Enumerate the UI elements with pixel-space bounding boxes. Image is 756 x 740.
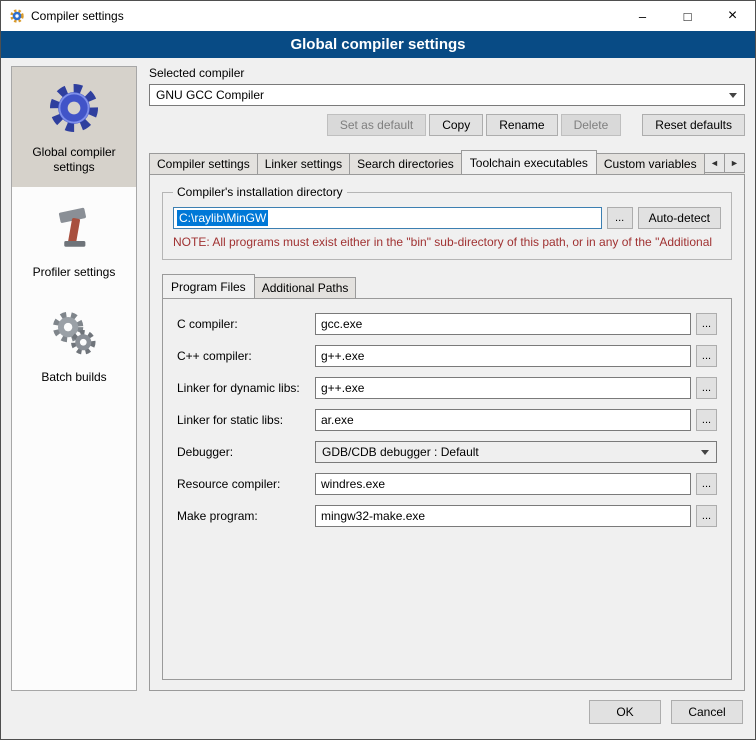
cpp-compiler-input[interactable] — [315, 345, 691, 367]
compiler-gear-icon — [16, 77, 132, 139]
cpp-compiler-label: C++ compiler: — [177, 349, 315, 363]
make-program-label: Make program: — [177, 509, 315, 523]
scroll-left-icon[interactable]: ◄ — [704, 153, 725, 173]
dynamic-linker-label: Linker for dynamic libs: — [177, 381, 315, 395]
browse-button[interactable]: ... — [696, 505, 717, 527]
debugger-label: Debugger: — [177, 445, 315, 459]
sidebar-item-batch-builds[interactable]: Batch builds — [12, 292, 136, 397]
c-compiler-label: C compiler: — [177, 317, 315, 331]
tab-custom-variables[interactable]: Custom variables — [596, 153, 705, 174]
resource-compiler-label: Resource compiler: — [177, 477, 315, 491]
close-button[interactable]: × — [710, 1, 755, 31]
program-files-tabstrip: Program Files Additional Paths — [162, 274, 732, 298]
installation-directory-row: C:\raylib\MinGW ... Auto-detect — [173, 207, 721, 229]
sidebar-item-label: Global compiler settings — [16, 145, 132, 175]
maximize-button[interactable]: □ — [665, 1, 710, 31]
reset-defaults-button[interactable]: Reset defaults — [642, 114, 745, 136]
rename-button[interactable]: Rename — [486, 114, 557, 136]
installation-directory-input[interactable]: C:\raylib\MinGW — [173, 207, 602, 229]
field-row-debugger: Debugger: GDB/CDB debugger : Default — [177, 441, 717, 463]
resource-compiler-input[interactable] — [315, 473, 691, 495]
browse-button[interactable]: ... — [696, 473, 717, 495]
scroll-right-icon[interactable]: ► — [724, 153, 745, 173]
subtab-additional-paths[interactable]: Additional Paths — [254, 277, 357, 298]
tab-linker-settings[interactable]: Linker settings — [257, 153, 350, 174]
toolchain-panel: Compiler's installation directory C:\ray… — [149, 174, 745, 691]
sidebar-item-global-compiler-settings[interactable]: Global compiler settings — [12, 67, 136, 187]
browse-button[interactable]: ... — [696, 377, 717, 399]
field-row-dynamic-linker: Linker for dynamic libs: ... — [177, 377, 717, 399]
compiler-button-row: Set as default Copy Rename Delete Reset … — [149, 114, 745, 136]
set-as-default-button[interactable]: Set as default — [327, 114, 426, 136]
installation-directory-group: Compiler's installation directory C:\ray… — [162, 185, 732, 260]
dialog-body: Global compiler settings Profiler settin… — [1, 58, 755, 695]
dialog-footer: OK Cancel — [1, 695, 755, 739]
delete-button[interactable]: Delete — [561, 114, 622, 136]
tab-scroll-arrows: ◄ ► — [704, 153, 745, 173]
tab-compiler-settings[interactable]: Compiler settings — [149, 153, 258, 174]
debugger-select[interactable]: GDB/CDB debugger : Default — [315, 441, 717, 463]
sidebar: Global compiler settings Profiler settin… — [11, 66, 137, 691]
ok-button[interactable]: OK — [589, 700, 661, 724]
chevron-down-icon — [729, 93, 737, 98]
directory-note: NOTE: All programs must exist either in … — [173, 235, 721, 249]
dialog-header: Global compiler settings — [1, 31, 755, 58]
installation-directory-value: C:\raylib\MinGW — [177, 210, 268, 226]
c-compiler-input[interactable] — [315, 313, 691, 335]
main-panel: Selected compiler GNU GCC Compiler Set a… — [149, 66, 745, 691]
selected-compiler-combo[interactable]: GNU GCC Compiler — [149, 84, 745, 106]
copy-button[interactable]: Copy — [429, 114, 483, 136]
tab-toolchain-executables[interactable]: Toolchain executables — [461, 150, 597, 174]
browse-button[interactable]: ... — [696, 313, 717, 335]
titlebar: Compiler settings – □ × — [1, 1, 755, 31]
browse-button[interactable]: ... — [696, 345, 717, 367]
profiler-icon — [16, 197, 132, 259]
static-linker-label: Linker for static libs: — [177, 413, 315, 427]
static-linker-input[interactable] — [315, 409, 691, 431]
cancel-button[interactable]: Cancel — [671, 700, 743, 724]
compiler-settings-dialog: Compiler settings – □ × Global compiler … — [0, 0, 756, 740]
auto-detect-button[interactable]: Auto-detect — [638, 207, 721, 229]
chevron-down-icon — [701, 450, 709, 455]
sidebar-item-profiler-settings[interactable]: Profiler settings — [12, 187, 136, 292]
field-row-make-program: Make program: ... — [177, 505, 717, 527]
field-row-resource-compiler: Resource compiler: ... — [177, 473, 717, 495]
make-program-input[interactable] — [315, 505, 691, 527]
sidebar-item-label: Batch builds — [16, 370, 132, 385]
selected-compiler-value: GNU GCC Compiler — [156, 88, 264, 102]
tab-search-directories[interactable]: Search directories — [349, 153, 462, 174]
minimize-button[interactable]: – — [620, 1, 665, 31]
window-title: Compiler settings — [31, 9, 124, 23]
browse-directory-button[interactable]: ... — [607, 207, 633, 229]
program-files-panel: C compiler: ... C++ compiler: ... Linker… — [162, 298, 732, 680]
installation-directory-legend: Compiler's installation directory — [173, 185, 347, 199]
app-icon — [9, 8, 25, 24]
main-tabstrip: Compiler settings Linker settings Search… — [149, 150, 745, 174]
dynamic-linker-input[interactable] — [315, 377, 691, 399]
sidebar-item-label: Profiler settings — [16, 265, 132, 280]
debugger-value: GDB/CDB debugger : Default — [322, 445, 479, 459]
browse-button[interactable]: ... — [696, 409, 717, 431]
batch-builds-icon — [16, 302, 132, 364]
selected-compiler-label: Selected compiler — [149, 66, 745, 80]
field-row-static-linker: Linker for static libs: ... — [177, 409, 717, 431]
subtab-program-files[interactable]: Program Files — [162, 274, 255, 298]
field-row-c-compiler: C compiler: ... — [177, 313, 717, 335]
field-row-cpp-compiler: C++ compiler: ... — [177, 345, 717, 367]
